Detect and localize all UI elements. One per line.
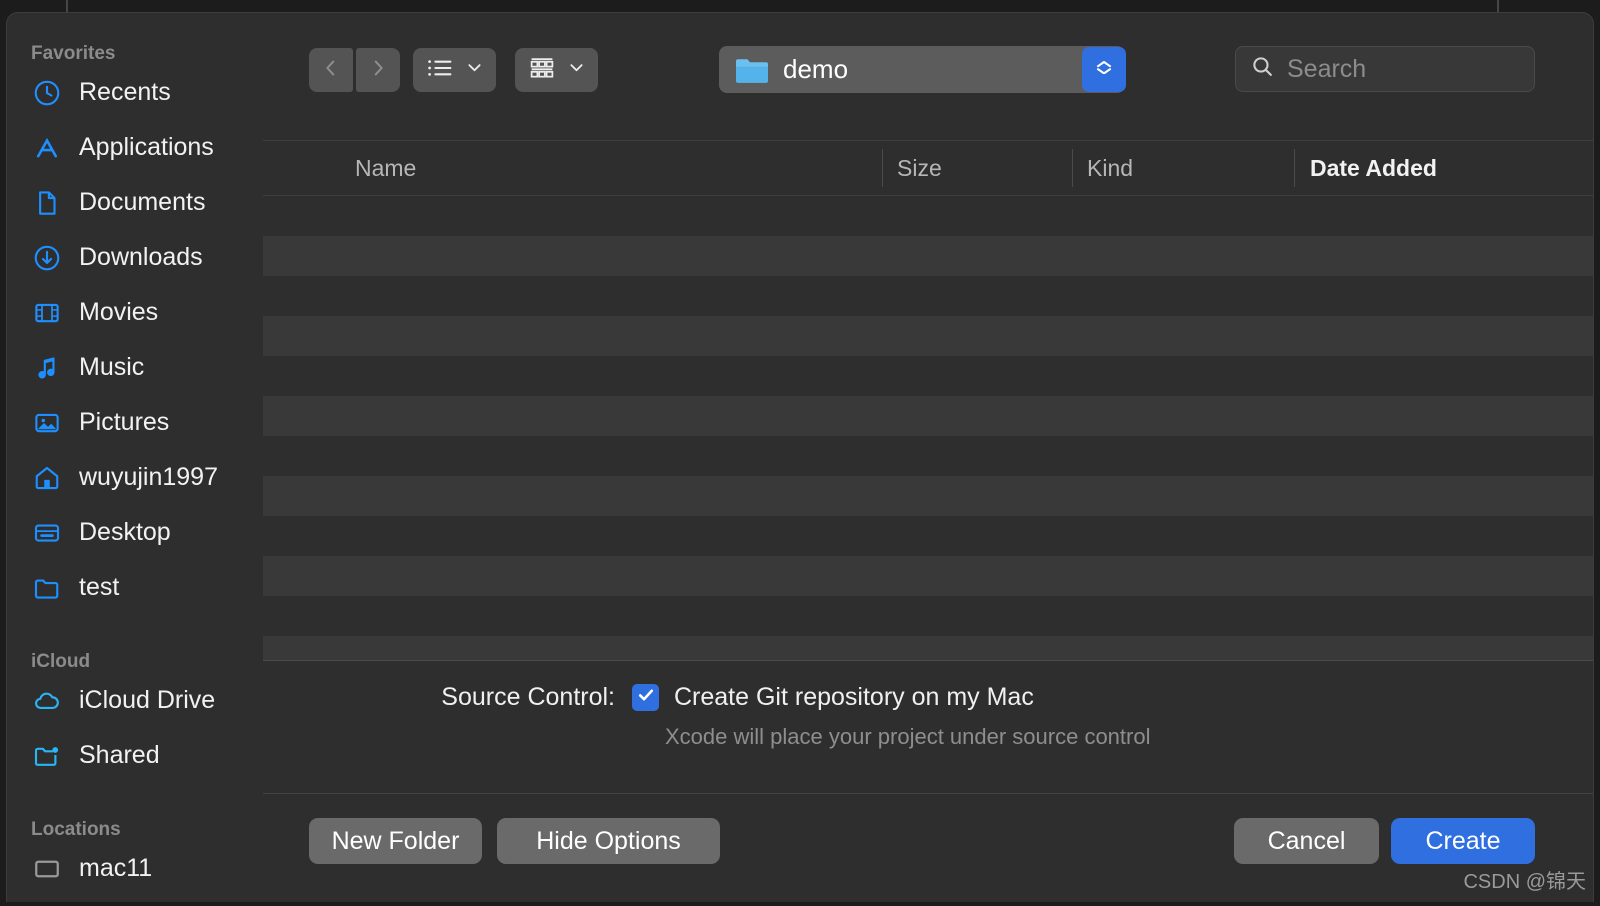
- sidebar-item-label: Pictures: [79, 408, 170, 436]
- up-down-chevron-icon: [1093, 60, 1115, 79]
- sidebar-item-shared[interactable]: Shared: [7, 728, 263, 783]
- toolbar: demo Search: [263, 13, 1593, 123]
- column-header-date-added[interactable]: Date Added: [1310, 141, 1437, 195]
- sidebar-item-music[interactable]: Music: [7, 340, 263, 395]
- grid-view-icon: [527, 55, 557, 86]
- sidebar-item-label: Documents: [79, 188, 206, 216]
- grid-view-button[interactable]: [515, 48, 598, 92]
- sidebar-item-label: Music: [79, 353, 145, 381]
- music-note-icon: [31, 352, 63, 384]
- sidebar-section-locations-header: Locations: [31, 819, 121, 840]
- sidebar: Favorites Recents Applications Documents: [7, 13, 263, 902]
- table-row[interactable]: [263, 276, 1593, 316]
- folder-path-value: demo: [783, 54, 849, 84]
- sidebar-item-label: Desktop: [79, 518, 171, 546]
- sidebar-item-label: mac11: [79, 854, 153, 882]
- navigation-segmented-control: [309, 48, 400, 92]
- table-row[interactable]: [263, 396, 1593, 436]
- table-row[interactable]: [263, 556, 1593, 596]
- file-list-column-headers: Name Size Kind Date Added: [263, 140, 1593, 196]
- source-control-label: Source Control:: [441, 683, 615, 711]
- sidebar-item-movies[interactable]: Movies: [7, 285, 263, 340]
- chevron-down-icon: [465, 58, 484, 82]
- magnifier-icon: [1250, 54, 1275, 84]
- sidebar-item-documents[interactable]: Documents: [7, 175, 263, 230]
- table-row[interactable]: [263, 636, 1593, 660]
- sidebar-item-pictures[interactable]: Pictures: [7, 395, 263, 450]
- sidebar-item-icloud-drive[interactable]: iCloud Drive: [7, 673, 263, 728]
- column-divider: [882, 149, 883, 187]
- film-icon: [31, 297, 63, 329]
- new-folder-button[interactable]: New Folder: [309, 818, 482, 864]
- document-icon: [31, 187, 63, 219]
- file-list[interactable]: [263, 196, 1593, 660]
- sidebar-item-downloads[interactable]: Downloads: [7, 230, 263, 285]
- sidebar-item-desktop[interactable]: Desktop: [7, 505, 263, 560]
- sidebar-item-label: wuyujin1997: [79, 463, 218, 491]
- cloud-icon: [31, 685, 63, 717]
- source-control-row: Source Control: Create Git repository on…: [263, 683, 1593, 712]
- sidebar-item-label: Downloads: [79, 243, 203, 271]
- list-view-button[interactable]: [413, 48, 496, 92]
- create-git-repository-label[interactable]: Create Git repository on my Mac: [674, 683, 1034, 712]
- search-field[interactable]: Search: [1235, 46, 1535, 92]
- watermark: CSDN @锦天: [1463, 871, 1586, 893]
- sidebar-section-icloud-header: iCloud: [31, 651, 91, 672]
- computer-icon: [31, 853, 63, 885]
- hide-options-button[interactable]: Hide Options: [497, 818, 720, 864]
- screen: Favorites Recents Applications Documents: [0, 0, 1600, 906]
- sidebar-item-applications[interactable]: Applications: [7, 120, 263, 175]
- back-button[interactable]: [309, 48, 353, 92]
- save-dialog-sheet: Favorites Recents Applications Documents: [6, 12, 1594, 902]
- desktop-icon: [31, 517, 63, 549]
- forward-button[interactable]: [356, 48, 400, 92]
- sidebar-item-label: Recents: [79, 78, 171, 106]
- table-row[interactable]: [263, 356, 1593, 396]
- folder-icon: [735, 56, 769, 84]
- column-header-kind[interactable]: Kind: [1087, 141, 1133, 195]
- search-placeholder: Search: [1287, 54, 1367, 83]
- source-control-help-text: Xcode will place your project under sour…: [665, 724, 1151, 749]
- sidebar-item-label: Movies: [79, 298, 159, 326]
- create-git-repository-checkbox[interactable]: [632, 684, 659, 711]
- sidebar-item-mac11[interactable]: mac11: [7, 841, 263, 896]
- sidebar-item-label: Applications: [79, 133, 214, 161]
- sidebar-item-label: iCloud Drive: [79, 686, 216, 714]
- clock-icon: [31, 77, 63, 109]
- shared-folder-icon: [31, 740, 63, 772]
- path-stepper-button[interactable]: [1082, 47, 1126, 92]
- options-panel: Source Control: Create Git repository on…: [263, 661, 1593, 793]
- home-icon: [31, 462, 63, 494]
- table-row[interactable]: [263, 236, 1593, 276]
- folder-icon: [31, 572, 63, 604]
- table-row[interactable]: [263, 196, 1593, 236]
- list-view-icon: [425, 55, 455, 86]
- picture-icon: [31, 407, 63, 439]
- table-row[interactable]: [263, 316, 1593, 356]
- column-divider: [1072, 149, 1073, 187]
- sidebar-section-favorites-header: Favorites: [31, 43, 116, 64]
- sidebar-item-label: Shared: [79, 741, 160, 769]
- column-divider: [1294, 149, 1295, 187]
- sidebar-item-test[interactable]: test: [7, 560, 263, 615]
- column-header-size[interactable]: Size: [897, 141, 942, 195]
- checkmark-icon: [636, 685, 656, 710]
- create-button[interactable]: Create: [1391, 818, 1535, 864]
- download-icon: [31, 242, 63, 274]
- applications-icon: [31, 132, 63, 164]
- chevron-left-icon: [320, 57, 342, 84]
- table-row[interactable]: [263, 596, 1593, 636]
- dialog-footer: New Folder Hide Options Cancel Create: [263, 794, 1593, 902]
- sidebar-item-wuyujin1997[interactable]: wuyujin1997: [7, 450, 263, 505]
- chevron-down-icon: [567, 58, 586, 82]
- column-header-name[interactable]: Name: [355, 141, 416, 195]
- folder-path-popup-button[interactable]: demo: [719, 46, 1126, 93]
- cancel-button[interactable]: Cancel: [1234, 818, 1379, 864]
- table-row[interactable]: [263, 436, 1593, 476]
- sidebar-item-label: test: [79, 573, 120, 601]
- chevron-right-icon: [367, 57, 389, 84]
- table-row[interactable]: [263, 516, 1593, 556]
- sidebar-item-recents[interactable]: Recents: [7, 65, 263, 120]
- table-row[interactable]: [263, 476, 1593, 516]
